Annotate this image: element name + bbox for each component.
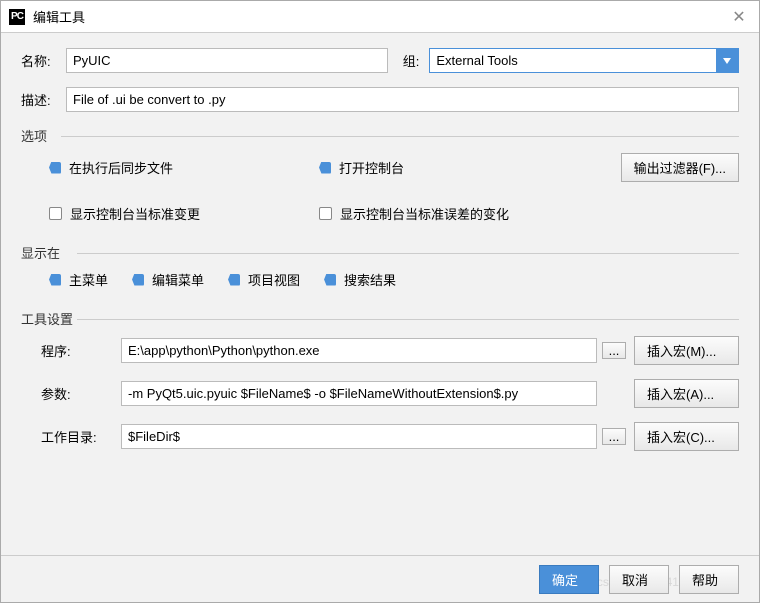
workdir-label: 工作目录: <box>41 427 121 446</box>
desc-label: 描述: <box>21 90 66 109</box>
sync-files-check[interactable]: 在执行后同步文件 <box>69 158 173 177</box>
tag-icon <box>228 274 240 286</box>
checkbox-icon[interactable] <box>49 207 62 220</box>
tag-icon <box>49 274 61 286</box>
show-stdout-label: 显示控制台当标准变更 <box>70 204 200 223</box>
program-browse-button[interactable]: ... <box>602 342 626 359</box>
close-icon[interactable]: ✕ <box>727 7 751 27</box>
help-button[interactable]: 帮助 <box>679 565 739 594</box>
output-filter-button[interactable]: 输出过滤器(F)... <box>621 153 739 182</box>
tag-icon <box>49 162 61 174</box>
search-results-check[interactable]: 搜索结果 <box>344 270 396 289</box>
chevron-down-icon[interactable] <box>716 49 738 72</box>
insert-macro-c-button[interactable]: 插入宏(C)... <box>634 422 739 451</box>
name-input[interactable] <box>66 48 388 73</box>
workdir-input[interactable] <box>121 424 597 449</box>
show-stderr-label: 显示控制台当标准误差的变化 <box>340 204 509 223</box>
ok-button[interactable]: 确定 <box>539 565 599 594</box>
tag-icon <box>319 162 331 174</box>
workdir-browse-button[interactable]: ... <box>602 428 626 445</box>
cancel-button[interactable]: 取消 <box>609 565 669 594</box>
tag-icon <box>132 274 144 286</box>
edit-menu-check[interactable]: 编辑菜单 <box>152 270 204 289</box>
project-view-check[interactable]: 项目视图 <box>248 270 300 289</box>
name-label: 名称: <box>21 51 66 70</box>
section-options: 选项 <box>21 126 739 145</box>
args-label: 参数: <box>41 384 121 403</box>
section-show-in: 显示在 <box>21 243 739 262</box>
window-title: 编辑工具 <box>33 7 727 26</box>
app-icon: PC <box>9 9 25 25</box>
insert-macro-m-button[interactable]: 插入宏(M)... <box>634 336 739 365</box>
insert-macro-a-button[interactable]: 插入宏(A)... <box>634 379 739 408</box>
group-combo[interactable]: External Tools <box>429 48 739 73</box>
desc-input[interactable] <box>66 87 739 112</box>
open-console-check[interactable]: 打开控制台 <box>339 158 404 177</box>
program-label: 程序: <box>41 341 121 360</box>
group-value: External Tools <box>430 49 716 72</box>
main-menu-check[interactable]: 主菜单 <box>69 270 108 289</box>
args-input[interactable] <box>121 381 597 406</box>
section-tool-settings: 工具设置 <box>21 309 739 328</box>
tag-icon <box>324 274 336 286</box>
group-label: 组: <box>403 51 420 70</box>
footer: blog.csdn.net/qq_41291730 确定 取消 帮助 <box>1 555 759 603</box>
program-input[interactable] <box>121 338 597 363</box>
checkbox-icon[interactable] <box>319 207 332 220</box>
titlebar: PC 编辑工具 ✕ <box>1 1 759 33</box>
